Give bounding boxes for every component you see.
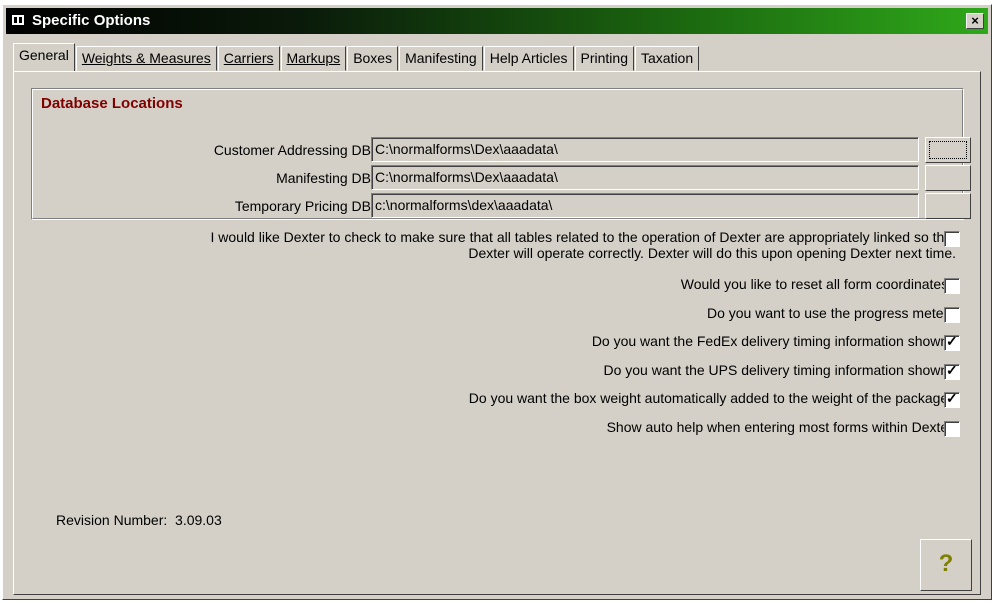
checkmark: ✓: [946, 362, 958, 378]
tab-help-articles[interactable]: Help Articles: [483, 46, 574, 71]
db-row-customer-addressing: Customer Addressing DB C:\normalforms\De…: [32, 137, 971, 163]
ups-timing-checkbox[interactable]: ✓: [944, 362, 960, 380]
form-icon: [11, 14, 25, 26]
tab-label: Markups: [286, 50, 341, 66]
tab-manifesting[interactable]: Manifesting: [399, 46, 483, 71]
fedex-timing-checkbox[interactable]: ✓: [944, 333, 960, 351]
help-button[interactable]: ?: [920, 539, 972, 591]
checkmark: ✓: [946, 390, 958, 406]
tab-label: Printing: [580, 50, 628, 66]
option-ups-timing-label: Do you want the UPS delivery timing info…: [603, 362, 956, 378]
group-title: Database Locations: [41, 95, 183, 112]
option-box-weight-label: Do you want the box weight automatically…: [468, 390, 956, 406]
tab-label: Help Articles: [489, 50, 568, 66]
db-label: Manifesting DB: [276, 170, 371, 186]
manifesting-db-field[interactable]: C:\normalforms\Dex\aaadata\: [371, 165, 919, 190]
link-tables-checkbox[interactable]: [944, 231, 960, 247]
options-window: Specific Options × General Weights & Mea…: [2, 4, 992, 600]
title-bar[interactable]: Specific Options ×: [6, 8, 988, 34]
customer-addressing-db-field[interactable]: C:\normalforms\Dex\aaadata\: [371, 137, 919, 162]
auto-help-checkbox[interactable]: [944, 421, 960, 437]
db-label: Temporary Pricing DB: [234, 198, 371, 214]
db-row-manifesting: Manifesting DB C:\normalforms\Dex\aaadat…: [32, 165, 971, 191]
option-progress-meter-label: Do you want to use the progress meter?: [706, 305, 956, 321]
tab-strip: General Weights & Measures Carriers Mark…: [13, 43, 700, 71]
tab-weights-measures[interactable]: Weights & Measures: [75, 46, 217, 71]
option-link-tables-label: I would like Dexter to check to make sur…: [210, 229, 956, 261]
tab-printing[interactable]: Printing: [574, 46, 634, 71]
browse-button[interactable]: [925, 193, 971, 219]
database-locations-group: Database Locations Customer Addressing D…: [31, 88, 971, 220]
tab-markups[interactable]: Markups: [280, 46, 347, 71]
tab-label: General: [19, 47, 69, 63]
revision-number: Revision Number: 3.09.03: [56, 512, 222, 528]
option-reset-coords-label: Would you like to reset all form coordin…: [680, 276, 956, 292]
tab-label: Weights & Measures: [81, 50, 211, 66]
revision-value: 3.09.03: [175, 512, 222, 528]
option-fedex-timing-label: Do you want the FedEx delivery timing in…: [591, 333, 956, 349]
tab-label: Taxation: [640, 50, 694, 66]
tab-label: Carriers: [223, 50, 274, 66]
option-auto-help-label: Show auto help when entering most forms …: [606, 419, 956, 435]
tab-label: Manifesting: [405, 50, 477, 66]
close-button[interactable]: ×: [966, 13, 984, 29]
browse-button[interactable]: [925, 165, 971, 191]
checkmark: ✓: [946, 333, 958, 349]
help-icon: ?: [938, 550, 954, 577]
reset-coordinates-checkbox[interactable]: [944, 278, 960, 294]
temporary-pricing-db-field[interactable]: c:\normalforms\dex\aaadata\: [371, 193, 919, 218]
tab-taxation[interactable]: Taxation: [634, 46, 700, 71]
tab-boxes[interactable]: Boxes: [347, 46, 399, 71]
browse-button[interactable]: [925, 137, 971, 163]
box-weight-checkbox[interactable]: ✓: [944, 390, 960, 408]
db-label: Customer Addressing DB: [213, 142, 371, 158]
tab-carriers[interactable]: Carriers: [217, 46, 280, 71]
db-row-temporary-pricing: Temporary Pricing DB c:\normalforms\dex\…: [32, 193, 971, 219]
window-title: Specific Options: [32, 12, 151, 29]
progress-meter-checkbox[interactable]: [944, 307, 960, 323]
tab-label: Boxes: [353, 50, 393, 66]
tab-general[interactable]: General: [13, 43, 75, 71]
